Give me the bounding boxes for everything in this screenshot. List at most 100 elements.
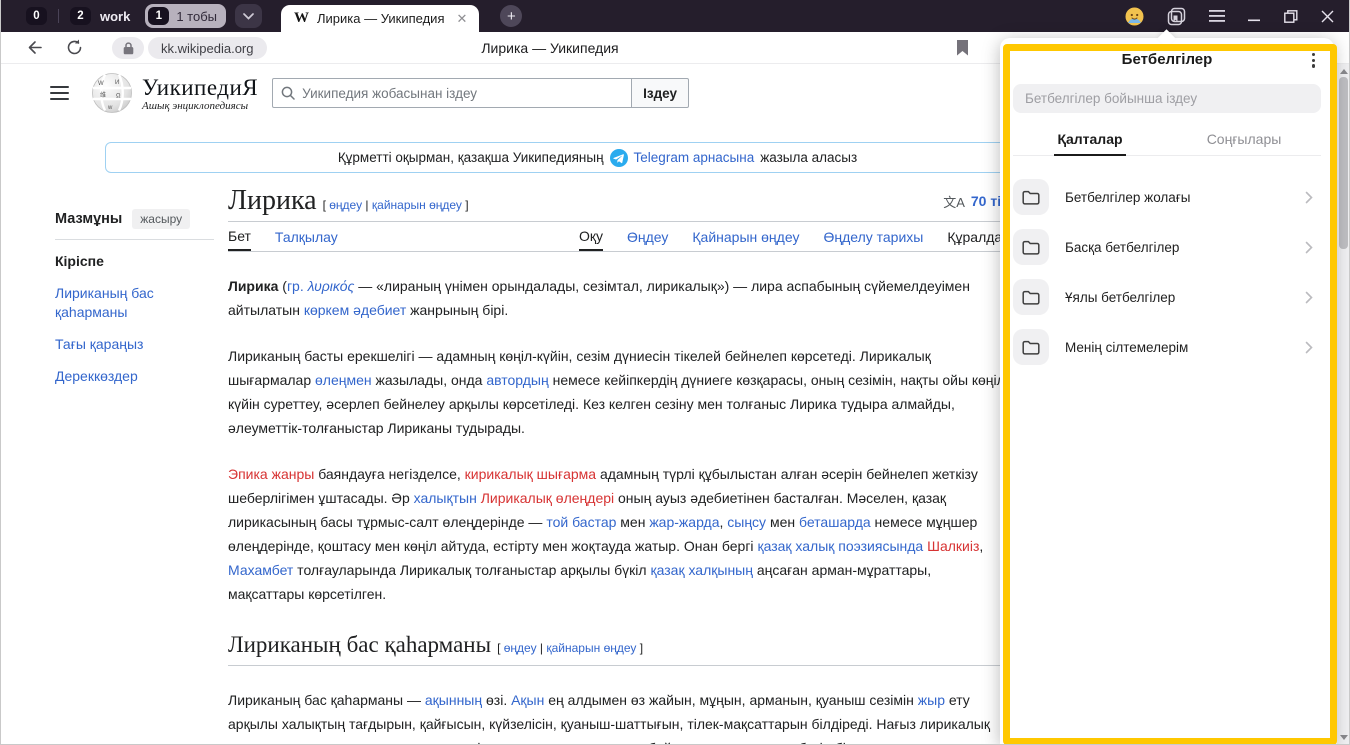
article-title: Лирика[ өңдеу | қайнарын өңдеу ] <box>228 185 469 217</box>
minimize-icon[interactable] <box>1248 10 1261 22</box>
toc-hide-button[interactable]: жасыру <box>132 209 190 229</box>
folder-row-other-bookmarks[interactable]: Басқа бетбелгілер <box>1013 222 1321 272</box>
search-icon <box>281 86 295 100</box>
text: жазылады, онда <box>372 372 487 388</box>
bookmarks-panel-icon[interactable] <box>1167 7 1186 26</box>
tab-group-label: 1 тобы <box>176 9 217 24</box>
tab-group-count-badge: 1 <box>148 7 169 25</box>
workspace-label[interactable]: work <box>100 9 130 24</box>
inline-link[interactable]: өңдеу <box>329 198 362 212</box>
inline-link[interactable]: өңдеу <box>504 641 537 655</box>
chevron-right-icon <box>1305 291 1313 304</box>
inline-link[interactable]: той бастар <box>546 514 616 530</box>
paragraph: Лириканың басты ерекшелігі — адамның көң… <box>228 344 1010 440</box>
tab-recent[interactable]: Соңғылары <box>1167 126 1321 155</box>
inline-link[interactable]: қазақ халқының <box>650 562 752 578</box>
article-tabs: Бет Талқылау Оқу Өңдеу Қайнарын өңдеу Өң… <box>228 222 1010 252</box>
toc-item-intro[interactable]: Кіріспе <box>55 252 214 271</box>
tab-read[interactable]: Оқу <box>579 222 603 251</box>
folder-row-my-links[interactable]: Менің сілтемелерім <box>1013 322 1321 372</box>
close-tab-icon[interactable]: ✕ <box>452 12 467 25</box>
menu-icon[interactable] <box>1209 10 1225 22</box>
divider <box>58 9 59 23</box>
telegram-channel-link[interactable]: Telegram арнасына <box>634 150 755 165</box>
inline-link[interactable]: қазақ халық поэзиясында <box>757 538 923 554</box>
inline-link[interactable]: Шалкиіз <box>927 538 979 554</box>
tab-page[interactable]: Бет <box>228 222 251 251</box>
folder-label: Бетбелгілер жолағы <box>1065 190 1190 205</box>
paragraph: Эпика жанры баяндауға негізделсе, кирика… <box>228 462 1010 606</box>
chevron-down-icon <box>243 13 254 20</box>
inline-link[interactable]: халықтын <box>414 490 477 506</box>
banner-text: жазыла аласыз <box>760 150 857 165</box>
inline-link[interactable]: Ақын <box>511 692 544 708</box>
kebab-menu-icon[interactable] <box>1310 51 1317 70</box>
tab-group[interactable]: 1 1 тобы <box>145 4 226 28</box>
bookmarks-tabs: Қалталар Соңғылары <box>1013 126 1321 156</box>
wikipedia-logo[interactable]: WИ 维Ω w УикипедиЯ Ашық энциклопедиясы <box>91 72 258 114</box>
wiki-search-button[interactable]: Іздеу <box>631 78 689 108</box>
text: ең алдымен өз жайын, мұңын, арманын, қуа… <box>544 692 917 708</box>
scroll-down-icon[interactable] <box>1340 735 1348 740</box>
inline-link[interactable]: сыңсу <box>727 514 766 530</box>
restore-icon[interactable] <box>1284 10 1298 23</box>
table-of-contents: Мазмұны жасыру Кіріспе Лириканың бас қаһ… <box>30 173 228 745</box>
active-tab[interactable]: W Лирика — Уикипедия ✕ <box>281 5 479 32</box>
page-scrollbar[interactable] <box>1337 64 1350 745</box>
inline-link[interactable]: λυρικός <box>308 278 355 294</box>
inline-link[interactable]: кирикалық шығарма <box>465 466 596 482</box>
tab-edit-source[interactable]: Қайнарын өңдеу <box>692 222 799 251</box>
text: , <box>979 538 983 554</box>
banner-text: Құрметті оқырман, қазақша Уикипедияның <box>338 150 604 165</box>
tab-talk[interactable]: Талқылау <box>275 222 338 251</box>
tab-folders[interactable]: Қалталар <box>1013 126 1167 155</box>
scroll-up-icon[interactable] <box>1340 69 1348 74</box>
bookmarks-search-input[interactable] <box>1013 91 1321 106</box>
toc-item-main-hero[interactable]: Лириканың бас қаһарманы <box>55 284 180 322</box>
inline-link[interactable]: қайнарын өңдеу <box>546 641 636 655</box>
close-window-icon[interactable] <box>1321 10 1334 23</box>
inline-link[interactable]: гр. <box>287 278 304 294</box>
inline-link[interactable]: беташарда <box>799 514 871 530</box>
toc-item-references[interactable]: Дереккөздер <box>55 367 214 386</box>
toc-item-see-also[interactable]: Тағы қараңыз <box>55 335 214 354</box>
tab-history[interactable]: Өңделу тарихы <box>823 222 923 251</box>
add-bookmark-icon[interactable] <box>956 40 969 56</box>
inline-link[interactable]: Лирикалық өлеңдері <box>481 490 614 506</box>
svg-text:w: w <box>107 105 113 111</box>
active-tab-title: Лирика — Уикипедия <box>317 11 444 26</box>
tab-edit[interactable]: Өңдеу <box>627 222 668 251</box>
tab-counter-badge[interactable]: 0 <box>26 7 47 25</box>
text: ( <box>278 278 287 294</box>
inline-link[interactable]: ақынның <box>425 692 482 708</box>
folder-row-mobile-bookmarks[interactable]: Ұялы бетбелгілер <box>1013 272 1321 322</box>
section-heading: Лириканың бас қаһарманы[ өңдеу | қайнары… <box>228 632 1010 666</box>
inline-link[interactable]: автордың <box>486 372 548 388</box>
inline-link[interactable]: көркем әдебиет <box>304 302 406 318</box>
wikipedia-favicon: W <box>294 10 309 27</box>
tab-group-collapse-button[interactable] <box>235 4 262 28</box>
folder-icon <box>1013 229 1049 265</box>
folder-icon <box>1013 179 1049 215</box>
wiki-wordmark: УикипедиЯ <box>142 75 258 101</box>
main-menu-icon[interactable] <box>50 86 69 100</box>
inline-link[interactable]: қайнарын өңдеу <box>372 198 462 212</box>
folder-row-bookmarks-bar[interactable]: Бетбелгілер жолағы <box>1013 172 1321 222</box>
divider <box>55 239 214 240</box>
scrollbar-thumb[interactable] <box>1339 77 1348 249</box>
wiki-search-input[interactable] <box>302 86 631 101</box>
paragraph: Лирика (гр. λυρικός — «лираның үнімен ор… <box>228 274 1010 322</box>
text: ] <box>462 198 469 212</box>
inline-link[interactable]: Махамбет <box>228 562 293 578</box>
edit-links[interactable]: [ өңдеу | қайнарын өңдеу ] <box>497 641 643 655</box>
inline-link[interactable]: жар-жарда <box>649 514 719 530</box>
page-title: Лирика — Уикипедия <box>0 32 1100 64</box>
edit-links[interactable]: [ өңдеу | қайнарын өңдеу ] <box>323 198 469 212</box>
inline-link[interactable]: өлеңмен <box>315 372 372 388</box>
avatar[interactable] <box>1125 7 1144 26</box>
new-tab-button[interactable]: + <box>500 5 522 27</box>
inline-link[interactable]: жыр <box>918 692 945 708</box>
text: мен <box>616 514 649 530</box>
inline-link[interactable]: Эпика жанры <box>228 466 314 482</box>
workspace-count-badge[interactable]: 2 <box>70 7 91 25</box>
